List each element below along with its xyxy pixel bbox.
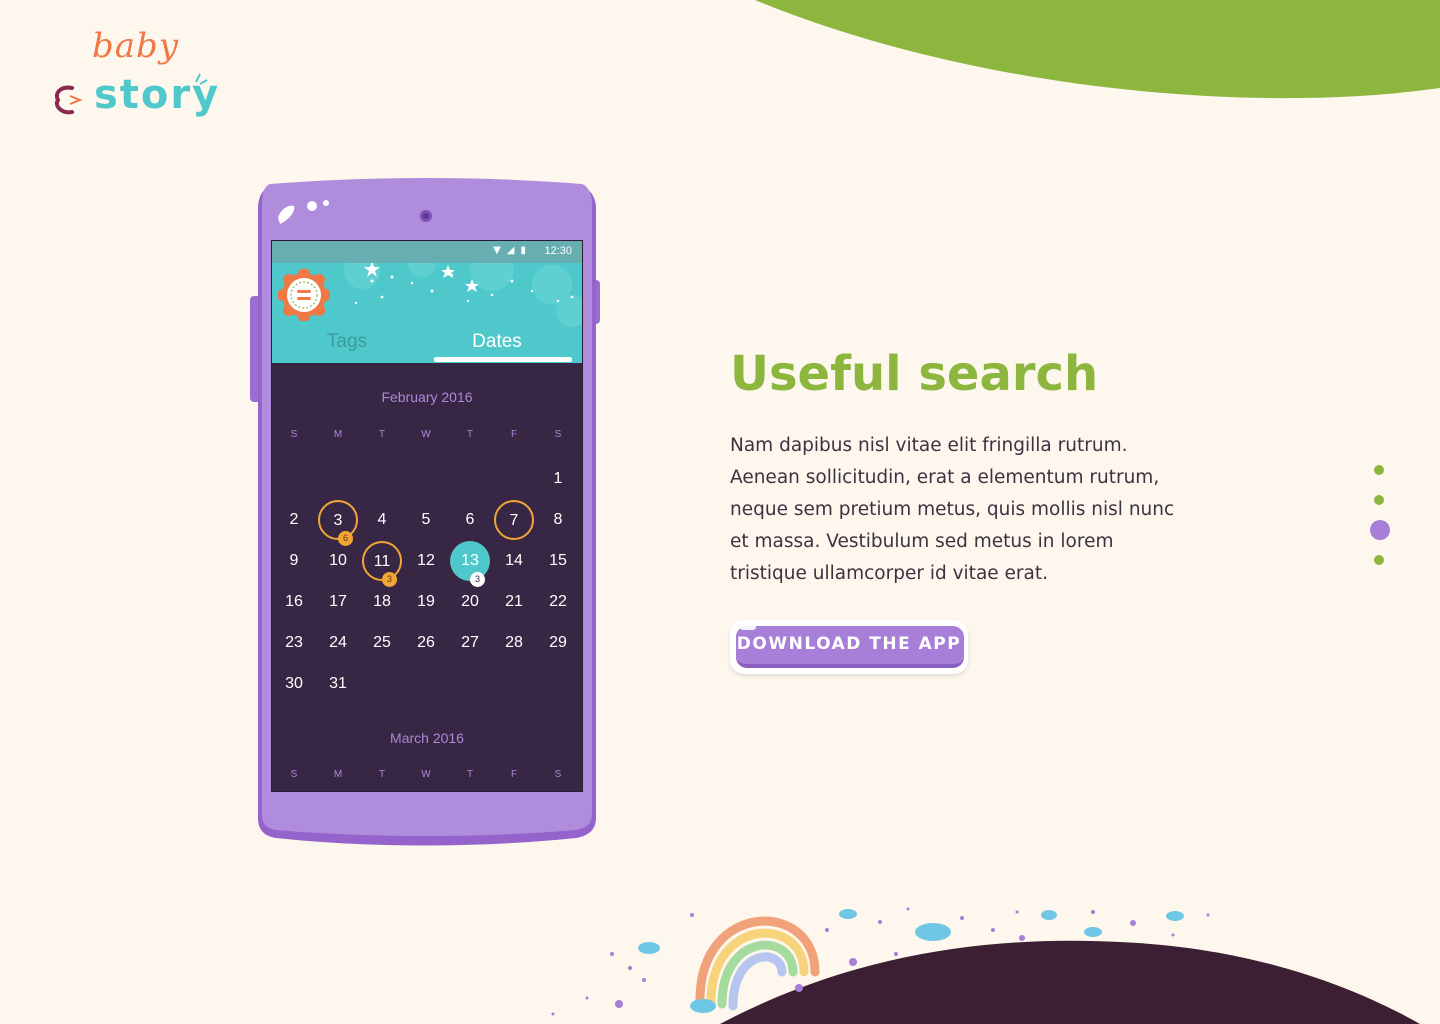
calendar-day-marked[interactable]: 7 <box>494 500 534 540</box>
section-body: Nam dapibus nisl vitae elit fringilla ru… <box>730 435 1175 584</box>
calendar-day[interactable]: 22 <box>538 582 578 622</box>
status-time: 12:30 <box>544 245 572 257</box>
phone-screen: ▼◢▮ 12:30 Tags Dates February 2016 S M T… <box>271 240 583 792</box>
calendar-day[interactable]: 8 <box>538 500 578 540</box>
brand-logo[interactable]: baby story <box>44 22 224 132</box>
calendar-day[interactable]: 12 <box>406 541 446 581</box>
tab-dates[interactable]: Dates <box>422 331 572 353</box>
app-header: ▼◢▮ 12:30 Tags Dates <box>272 241 582 363</box>
calendar-day[interactable]: 29 <box>538 623 578 663</box>
weekday-label: T <box>466 769 474 780</box>
calendar-day[interactable]: 9 <box>274 541 314 581</box>
weekday-label: T <box>378 769 386 780</box>
calendar-day[interactable]: 10 <box>318 541 358 581</box>
calendar-day[interactable]: 2 <box>274 500 314 540</box>
pager-dot[interactable] <box>1374 465 1384 475</box>
weekday-label: T <box>466 429 474 440</box>
calendar-day[interactable]: 18 <box>362 582 402 622</box>
download-button-label: DOWNLOAD THE APP <box>736 634 962 654</box>
heart-arrow-icon <box>55 85 83 115</box>
weekday-label: F <box>510 769 518 780</box>
pager-dot-active[interactable] <box>1370 520 1390 540</box>
calendar-day[interactable]: 21 <box>494 582 534 622</box>
calendar-day[interactable]: 27 <box>450 623 490 663</box>
logo-word-baby: baby <box>92 26 180 66</box>
calendar-day[interactable]: 30 <box>274 664 314 704</box>
pager-dot[interactable] <box>1374 555 1384 565</box>
weekday-label: W <box>421 429 431 440</box>
month-title-march: March 2016 <box>390 730 464 746</box>
tab-indicator <box>434 357 572 362</box>
calendar-day[interactable]: 19 <box>406 582 446 622</box>
calendar-day[interactable]: 28 <box>494 623 534 663</box>
calendar-day[interactable]: 6 <box>450 500 490 540</box>
calendar-day[interactable]: 17 <box>318 582 358 622</box>
bottom-decor-scene <box>551 907 1420 1024</box>
status-icons: ▼◢▮ <box>493 245 532 256</box>
download-app-button[interactable]: DOWNLOAD THE APP <box>730 620 970 676</box>
weekday-label: F <box>510 429 518 440</box>
calendar-day[interactable]: 25 <box>362 623 402 663</box>
pager-dot[interactable] <box>1374 495 1384 505</box>
calendar-day[interactable]: 5 <box>406 500 446 540</box>
calendar-day[interactable]: 4 <box>362 500 402 540</box>
weekday-label: M <box>333 769 343 780</box>
weekday-label: S <box>290 769 298 780</box>
weekday-row: SMTWTFS <box>272 769 582 783</box>
phone-mockup: ▼◢▮ 12:30 Tags Dates February 2016 S M T… <box>250 178 602 848</box>
status-bar: ▼◢▮ 12:30 <box>272 241 582 263</box>
calendar-day[interactable]: 20 <box>450 582 490 622</box>
weekday-row: SMTWTFS <box>272 429 582 443</box>
weekday-label: T <box>378 429 386 440</box>
calendar-day[interactable]: 24 <box>318 623 358 663</box>
button-shine <box>740 624 756 630</box>
calendar-day[interactable]: 1 <box>538 459 578 499</box>
calendar-day[interactable]: 26 <box>406 623 446 663</box>
calendar-day[interactable]: 16 <box>274 582 314 622</box>
weekday-label: W <box>421 769 431 780</box>
weekday-label: S <box>554 429 562 440</box>
weekday-label: M <box>333 429 343 440</box>
sparkle-icon <box>195 73 208 85</box>
calendar-day[interactable]: 31 <box>318 664 358 704</box>
calendar-day[interactable]: 15 <box>538 541 578 581</box>
section-heading: Useful search <box>730 346 1099 402</box>
tab-tags[interactable]: Tags <box>272 331 422 353</box>
weekday-label: S <box>554 769 562 780</box>
equals-badge-icon[interactable] <box>278 269 330 321</box>
weekday-label: S <box>290 429 298 440</box>
month-title-february: February 2016 <box>381 389 473 405</box>
calendar-day[interactable]: 23 <box>274 623 314 663</box>
calendar-day[interactable]: 14 <box>494 541 534 581</box>
